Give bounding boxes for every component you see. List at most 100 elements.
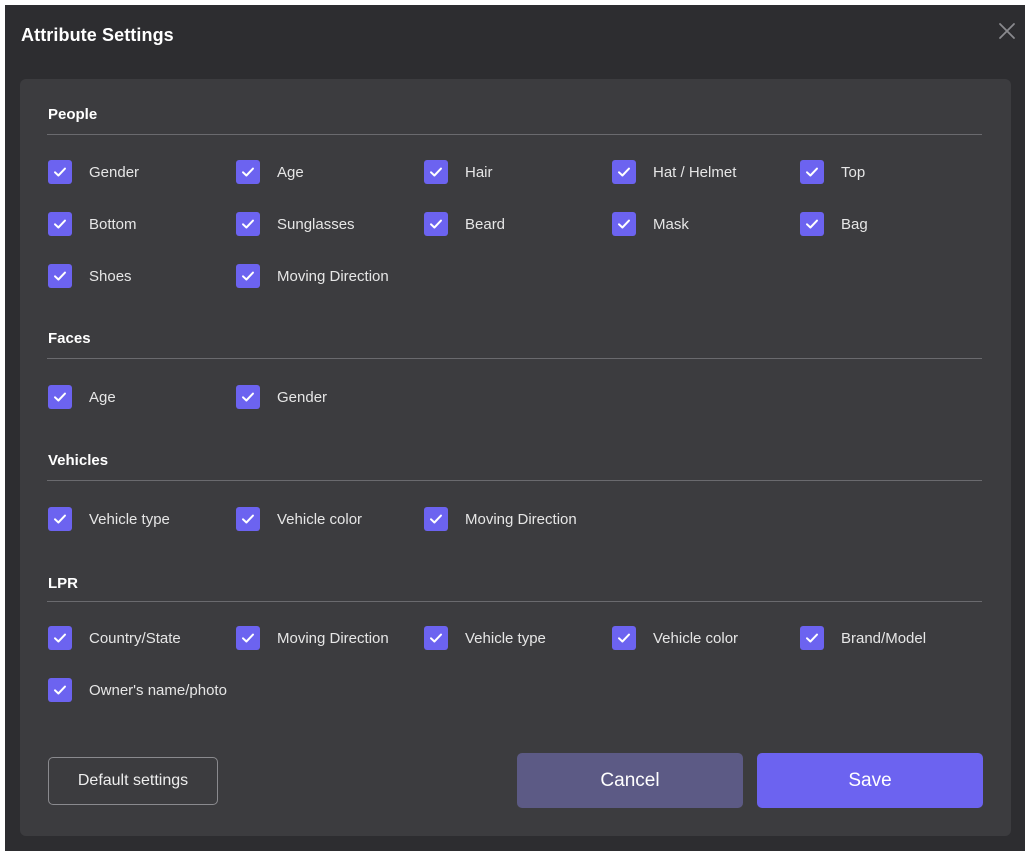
checkbox-box[interactable]: [800, 626, 824, 650]
checkbox-people-shoes[interactable]: Shoes: [48, 263, 132, 289]
checkmark-icon: [242, 633, 254, 643]
section-title-lpr: LPR: [48, 575, 78, 592]
checkbox-box[interactable]: [48, 507, 72, 531]
checkbox-box[interactable]: [612, 212, 636, 236]
checkbox-label: Sunglasses: [277, 215, 355, 233]
checkmark-icon: [430, 633, 442, 643]
checkbox-lpr-vehicle-color[interactable]: Vehicle color: [612, 625, 738, 651]
checkbox-label: Gender: [277, 388, 328, 406]
checkmark-icon: [54, 392, 66, 402]
checkbox-box[interactable]: [424, 626, 448, 650]
checkbox-people-top[interactable]: Top: [800, 159, 865, 185]
checkmark-icon: [54, 633, 66, 643]
checkbox-people-sunglasses[interactable]: Sunglasses: [236, 211, 355, 237]
checkbox-box[interactable]: [48, 626, 72, 650]
checkbox-people-hair[interactable]: Hair: [424, 159, 493, 185]
checkbox-label: Beard: [465, 215, 506, 233]
checkbox-box[interactable]: [48, 385, 72, 409]
checkbox-vehicles-vehicle-color[interactable]: Vehicle color: [236, 506, 362, 532]
checkmark-icon: [242, 219, 254, 229]
section-divider-people: [47, 134, 982, 135]
checkmark-icon: [54, 219, 66, 229]
settings-panel: People Faces Vehicles LPR Gender Age Hair H…: [20, 79, 1011, 836]
checkmark-icon: [430, 167, 442, 177]
checkbox-lpr-country-state[interactable]: Country/State: [48, 625, 181, 651]
save-button[interactable]: Save: [757, 753, 983, 808]
checkbox-box[interactable]: [236, 212, 260, 236]
section-divider-lpr: [47, 601, 982, 602]
checkbox-vehicles-vehicle-type[interactable]: Vehicle type: [48, 506, 170, 532]
checkbox-box[interactable]: [48, 264, 72, 288]
section-title-people: People: [48, 106, 98, 123]
checkmark-icon: [54, 271, 66, 281]
checkmark-icon: [242, 392, 254, 402]
checkbox-label: Shoes: [89, 267, 132, 285]
checkbox-box[interactable]: [236, 626, 260, 650]
checkbox-vehicles-moving-direction[interactable]: Moving Direction: [424, 506, 577, 532]
checkbox-lpr-owner-s-name-photo[interactable]: Owner's name/photo: [48, 677, 227, 703]
checkbox-label: Vehicle color: [277, 510, 363, 528]
checkmark-icon: [430, 219, 442, 229]
checkbox-label: Bag: [841, 215, 868, 233]
checkbox-label: Country/State: [89, 629, 181, 647]
section-divider-faces: [47, 358, 982, 359]
checkmark-icon: [54, 685, 66, 695]
checkbox-label: Owner's name/photo: [89, 681, 227, 699]
checkbox-lpr-vehicle-type[interactable]: Vehicle type: [424, 625, 546, 651]
checkmark-icon: [806, 167, 818, 177]
dialog-titlebar: Attribute Settings: [5, 5, 1025, 67]
checkbox-label: Top: [841, 163, 866, 181]
default-settings-button[interactable]: Default settings: [48, 757, 218, 805]
checkmark-icon: [618, 633, 630, 643]
checkbox-box[interactable]: [800, 160, 824, 184]
checkbox-label: Brand/Model: [841, 629, 927, 647]
checkbox-people-bag[interactable]: Bag: [800, 211, 868, 237]
checkbox-people-moving-direction[interactable]: Moving Direction: [236, 263, 389, 289]
checkbox-label: Age: [89, 388, 116, 406]
checkbox-label: Bottom: [89, 215, 137, 233]
checkbox-box[interactable]: [48, 212, 72, 236]
checkbox-box[interactable]: [612, 626, 636, 650]
checkbox-label: Mask: [653, 215, 689, 233]
checkbox-box[interactable]: [800, 212, 824, 236]
checkbox-people-beard[interactable]: Beard: [424, 211, 505, 237]
cancel-button[interactable]: Cancel: [517, 753, 743, 808]
close-button[interactable]: [995, 19, 1019, 43]
checkbox-people-age[interactable]: Age: [236, 159, 304, 185]
checkmark-icon: [54, 514, 66, 524]
checkbox-faces-gender[interactable]: Gender: [236, 384, 327, 410]
checkbox-people-hat-helmet[interactable]: Hat / Helmet: [612, 159, 736, 185]
checkmark-icon: [806, 219, 818, 229]
checkbox-box[interactable]: [424, 507, 448, 531]
checkmark-icon: [806, 633, 818, 643]
checkbox-label: Gender: [89, 163, 140, 181]
checkmark-icon: [242, 167, 254, 177]
checkbox-box[interactable]: [424, 212, 448, 236]
attribute-settings-dialog: Attribute Settings People Faces Vehicles…: [5, 5, 1025, 851]
checkbox-lpr-moving-direction[interactable]: Moving Direction: [236, 625, 389, 651]
checkbox-label: Hair: [465, 163, 493, 181]
checkbox-label: Vehicle type: [89, 510, 170, 528]
checkbox-box[interactable]: [612, 160, 636, 184]
checkbox-box[interactable]: [236, 507, 260, 531]
checkbox-box[interactable]: [236, 264, 260, 288]
checkbox-label: Moving Direction: [277, 267, 389, 285]
checkbox-box[interactable]: [48, 160, 72, 184]
checkbox-people-bottom[interactable]: Bottom: [48, 211, 137, 237]
checkmark-icon: [618, 219, 630, 229]
checkbox-box[interactable]: [48, 678, 72, 702]
checkbox-box[interactable]: [236, 160, 260, 184]
checkbox-box[interactable]: [236, 385, 260, 409]
checkbox-lpr-brand-model[interactable]: Brand/Model: [800, 625, 926, 651]
checkbox-people-mask[interactable]: Mask: [612, 211, 689, 237]
checkbox-faces-age[interactable]: Age: [48, 384, 116, 410]
checkbox-label: Age: [277, 163, 304, 181]
checkbox-label: Moving Direction: [277, 629, 389, 647]
checkbox-label: Hat / Helmet: [653, 163, 737, 181]
checkmark-icon: [54, 167, 66, 177]
checkbox-people-gender[interactable]: Gender: [48, 159, 139, 185]
checkbox-label: Vehicle type: [465, 629, 546, 647]
checkmark-icon: [430, 514, 442, 524]
section-title-vehicles: Vehicles: [48, 452, 109, 469]
checkbox-box[interactable]: [424, 160, 448, 184]
